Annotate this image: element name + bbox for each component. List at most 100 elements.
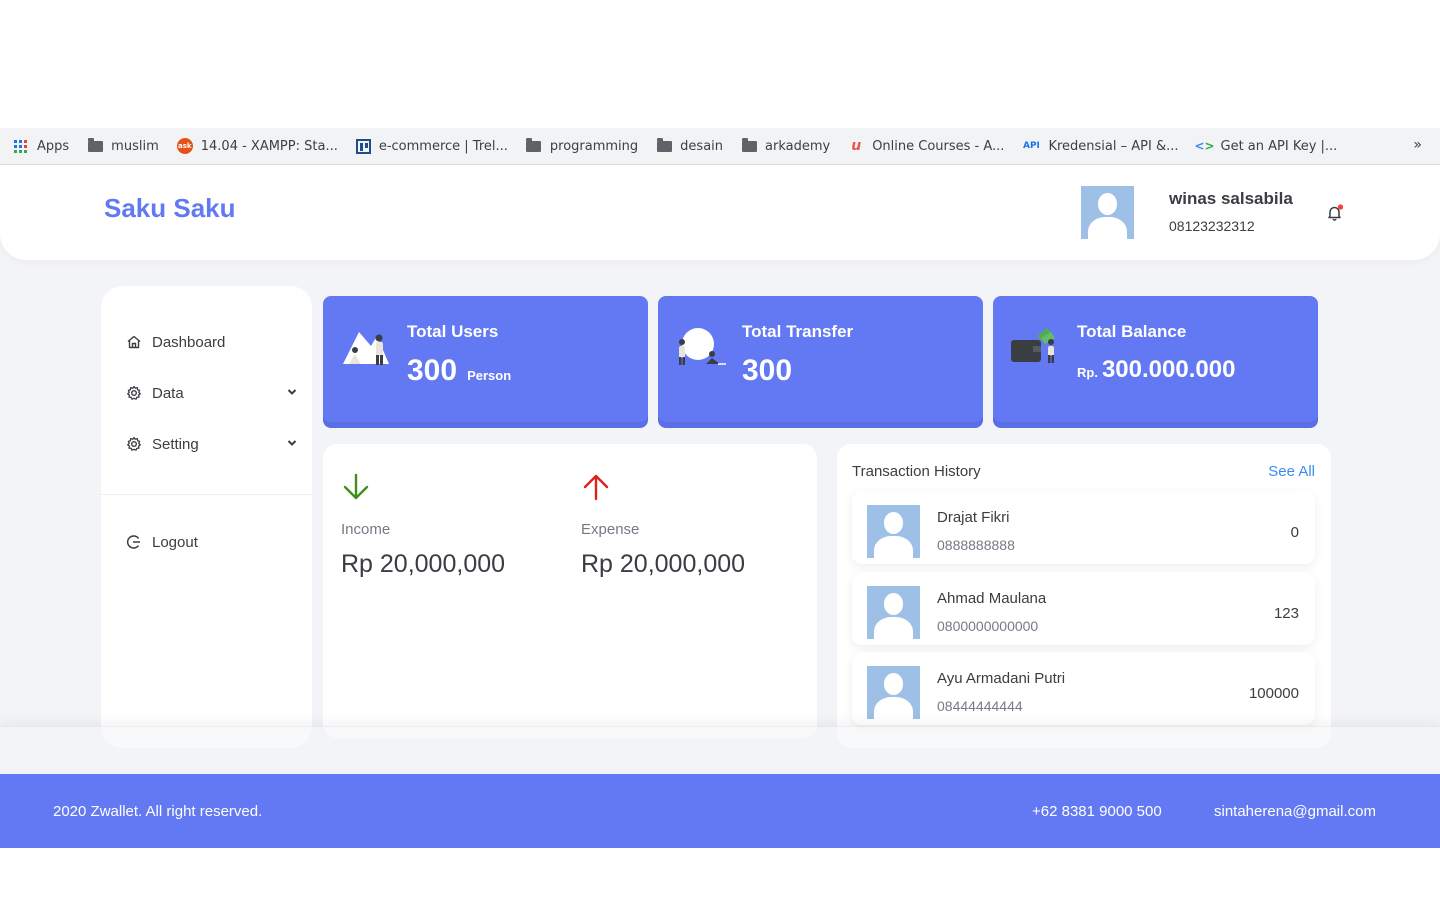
sidebar-item-label: Dashboard bbox=[152, 333, 226, 351]
stat-title: Total Balance bbox=[1077, 322, 1187, 341]
bookmark-desain[interactable]: desain bbox=[656, 137, 724, 154]
notification-bell-icon[interactable] bbox=[1327, 204, 1343, 222]
bookmark-apps[interactable]: Apps bbox=[14, 139, 69, 154]
bookmark-label: muslim bbox=[111, 138, 159, 154]
transaction-history-panel: Transaction History See All Drajat Fikri… bbox=[837, 444, 1331, 748]
transaction-item[interactable]: Drajat Fikri 0888888888 0 bbox=[852, 491, 1315, 564]
bookmark-label: Apps bbox=[37, 138, 70, 154]
brand-logo[interactable]: Saku Saku bbox=[104, 193, 236, 224]
gear-icon bbox=[125, 435, 143, 453]
transaction-history-title: Transaction History bbox=[852, 463, 981, 480]
footer-copyright: 2020 Zwallet. All right reserved. bbox=[53, 803, 263, 820]
contact-phone: 08444444444 bbox=[937, 698, 1023, 714]
contact-phone: 0800000000000 bbox=[937, 618, 1039, 634]
bookmark-udemy[interactable]: u Online Courses - A... bbox=[848, 138, 1005, 154]
footer-email: sintaherena@gmail.com bbox=[1214, 803, 1376, 820]
folder-icon bbox=[741, 137, 757, 153]
arrow-down-icon bbox=[343, 473, 369, 500]
sidebar-item-setting[interactable]: Setting bbox=[125, 435, 297, 453]
udemy-icon: u bbox=[851, 138, 862, 154]
bookmark-label: e-commerce | Trel... bbox=[378, 138, 508, 154]
income-summary: Income Rp 20,000,000 bbox=[341, 472, 505, 579]
income-expense-panel: Income Rp 20,000,000 Expense Rp 20,000,0… bbox=[323, 444, 817, 738]
sidebar-item-data[interactable]: Data bbox=[125, 384, 297, 402]
expense-amount: Rp 20,000,000 bbox=[581, 550, 746, 578]
bookmark-label: desain bbox=[680, 138, 724, 154]
bookmark-arkademy[interactable]: arkademy bbox=[741, 137, 831, 154]
chevron-down-icon[interactable] bbox=[287, 438, 297, 450]
footer-phone: +62 8381 9000 500 bbox=[1032, 803, 1162, 820]
bookmark-label: Online Courses - A... bbox=[872, 138, 1005, 154]
app-page: Saku Saku winas salsabila 08123232312 Da… bbox=[0, 166, 1440, 774]
bookmark-muslim[interactable]: muslim bbox=[87, 137, 159, 154]
sidebar-item-label: Setting bbox=[152, 435, 199, 453]
users-illustration-icon bbox=[343, 332, 389, 365]
ask-icon: ask bbox=[176, 138, 193, 154]
stat-card-total-transfer: Total Transfer 300 bbox=[658, 296, 983, 422]
stat-number: 300.000.000 bbox=[1101, 356, 1236, 383]
sidebar-item-label: Logout bbox=[152, 533, 198, 551]
code-icon: < > bbox=[1194, 139, 1215, 153]
stat-title: Total Transfer bbox=[742, 322, 854, 341]
transaction-amount: 0 bbox=[1290, 524, 1299, 541]
income-label: Income bbox=[341, 521, 391, 538]
bookmark-trello[interactable]: e-commerce | Trel... bbox=[355, 138, 508, 154]
folder-icon bbox=[656, 137, 672, 153]
home-icon bbox=[125, 333, 143, 351]
stat-value: Rp. 300.000.000 bbox=[1077, 356, 1235, 384]
expense-label: Expense bbox=[581, 521, 640, 538]
expense-summary: Expense Rp 20,000,000 bbox=[581, 472, 745, 579]
trello-icon bbox=[355, 138, 371, 154]
income-amount: Rp 20,000,000 bbox=[341, 550, 506, 578]
contact-avatar bbox=[867, 505, 920, 558]
footer: 2020 Zwallet. All right reserved. +62 83… bbox=[0, 774, 1440, 848]
bookmark-label: arkademy bbox=[765, 138, 831, 154]
user-avatar[interactable] bbox=[1081, 186, 1134, 239]
contact-phone: 0888888888 bbox=[937, 537, 1015, 553]
top-header: Saku Saku winas salsabila 08123232312 bbox=[0, 166, 1440, 260]
folder-icon bbox=[526, 137, 542, 153]
sidebar-item-dashboard[interactable]: Dashboard bbox=[125, 333, 297, 351]
stat-number: 300 bbox=[742, 354, 793, 387]
bookmark-label: programming bbox=[549, 138, 639, 154]
bookmark-kredensial[interactable]: API Kredensial – API &... bbox=[1022, 138, 1179, 154]
see-all-link[interactable]: See All bbox=[1268, 463, 1315, 480]
user-phone: 08123232312 bbox=[1169, 218, 1255, 234]
apps-grid-icon bbox=[14, 139, 27, 153]
bottom-fade-overlay bbox=[0, 726, 1440, 774]
sidebar-divider bbox=[101, 494, 312, 495]
sidebar-item-logout[interactable]: Logout bbox=[125, 533, 297, 551]
transaction-amount: 123 bbox=[1273, 605, 1299, 622]
stat-title: Total Users bbox=[407, 322, 499, 341]
contact-name: Ayu Armadani Putri bbox=[937, 670, 1066, 687]
stat-value: 300 bbox=[742, 354, 792, 388]
bookmark-api-key[interactable]: < > Get an API Key |... bbox=[1194, 138, 1338, 154]
stat-unit: Person bbox=[467, 368, 512, 383]
arrow-up-icon bbox=[583, 474, 609, 501]
chevron-down-icon[interactable] bbox=[287, 387, 297, 399]
logout-icon bbox=[125, 533, 143, 551]
folder-icon bbox=[87, 137, 103, 153]
sidebar-item-label: Data bbox=[152, 384, 184, 402]
contact-avatar bbox=[867, 586, 920, 639]
bookmark-label: Get an API Key |... bbox=[1220, 138, 1338, 154]
contact-name: Ahmad Maulana bbox=[937, 590, 1047, 607]
bookmarks-overflow-button[interactable]: » bbox=[1413, 137, 1422, 153]
user-name: winas salsabila bbox=[1169, 189, 1293, 208]
gear-icon bbox=[125, 384, 143, 402]
bookmark-label: Kredensial – API &... bbox=[1048, 138, 1179, 154]
contact-avatar bbox=[867, 666, 920, 719]
transfer-illustration-icon bbox=[679, 328, 726, 365]
wallet-illustration-icon bbox=[1011, 328, 1055, 363]
transaction-amount: 100000 bbox=[1248, 685, 1299, 702]
stat-number: 300 bbox=[407, 354, 458, 387]
bookmark-programming[interactable]: programming bbox=[526, 137, 639, 154]
transaction-item[interactable]: Ahmad Maulana 0800000000000 123 bbox=[852, 572, 1315, 645]
bookmark-xampp[interactable]: ask 14.04 - XAMPP: Sta... bbox=[176, 138, 338, 154]
stat-value: 300 Person bbox=[407, 354, 511, 388]
stat-currency-prefix: Rp. bbox=[1077, 365, 1098, 380]
bookmarks-bar: Apps muslim ask 14.04 - XAMPP: Sta... e-… bbox=[0, 128, 1440, 165]
transaction-item[interactable]: Ayu Armadani Putri 08444444444 100000 bbox=[852, 652, 1315, 725]
bookmark-label: 14.04 - XAMPP: Sta... bbox=[200, 138, 338, 154]
stat-card-total-users: Total Users 300 Person bbox=[323, 296, 648, 422]
